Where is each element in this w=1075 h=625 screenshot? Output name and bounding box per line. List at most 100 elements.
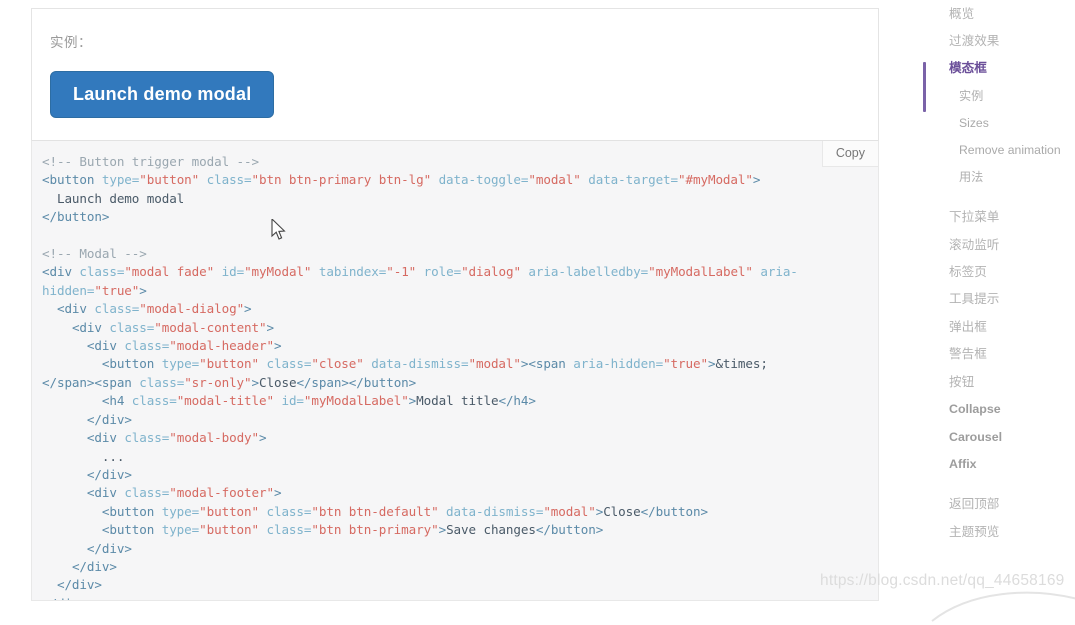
code-line: ...	[42, 449, 125, 464]
code-token: <h4	[42, 393, 132, 409]
sidebar-item-2[interactable]: 模态框	[923, 55, 1075, 82]
code-token: class=	[259, 503, 312, 519]
code-token: class=	[259, 356, 312, 372]
code-token: Close	[259, 374, 297, 390]
code-token: class=	[124, 430, 170, 446]
code-token: class=	[124, 338, 170, 354]
sidebar-item-1[interactable]: 过渡效果	[923, 27, 1075, 54]
code-token: "true"	[663, 356, 708, 372]
code-line: </div>	[42, 467, 132, 482]
code-token: "button"	[199, 522, 259, 538]
code-token: aria-labelledby=	[520, 264, 649, 280]
code-token: &times;	[715, 356, 768, 372]
sidebar-item-15[interactable]: Collapse	[923, 396, 1075, 423]
code-token: "close"	[311, 356, 364, 372]
code-token: "modal-title"	[176, 393, 274, 409]
code-token: id=	[214, 264, 245, 280]
launch-demo-modal-button[interactable]: Launch demo modal	[50, 71, 275, 118]
code-token: type=	[101, 172, 140, 188]
code-token: class=	[124, 485, 170, 501]
sidebar-item-14[interactable]: 按钮	[923, 368, 1075, 395]
code-token: "myModalLabel"	[303, 393, 409, 409]
code-token: </div>	[42, 596, 87, 600]
code-content[interactable]: <!-- Button trigger modal --> <button ty…	[32, 141, 878, 600]
code-line: </div>	[42, 577, 102, 592]
code-line: <h4 class="modal-title" id="myModalLabel…	[42, 393, 536, 408]
sidebar-item-19[interactable]: 返回顶部	[923, 491, 1075, 518]
code-token: class=	[131, 393, 177, 409]
code-token: </div>	[42, 411, 132, 427]
code-token: class=	[259, 522, 312, 538]
sidebar-item-6[interactable]: 用法	[923, 164, 1075, 191]
sidebar-nav-separator	[923, 191, 1075, 204]
copy-button[interactable]: Copy	[821, 141, 878, 167]
code-token: </div>	[42, 466, 132, 482]
code-token: Save changes	[446, 522, 536, 538]
code-line: </div>	[42, 559, 117, 574]
code-token: "modal"	[468, 356, 521, 372]
code-token: "sr-only"	[184, 374, 252, 390]
code-token: <span	[94, 374, 140, 390]
code-token: "button"	[199, 503, 259, 519]
sidebar-item-17[interactable]: Affix	[923, 450, 1075, 477]
code-token: Modal title	[416, 393, 499, 409]
code-token: "modal-content"	[154, 319, 267, 335]
code-token: </button>	[640, 503, 708, 519]
code-token: "modal-body"	[169, 430, 260, 446]
code-line: <div class="modal-header">	[42, 338, 282, 354]
sidebar-item-12[interactable]: 弹出框	[923, 313, 1075, 340]
code-token: class=	[199, 172, 252, 188]
code-line: Launch demo modal	[42, 191, 184, 206]
code-token: tabindex=	[311, 264, 387, 280]
code-token: <div	[42, 430, 125, 446]
code-token: <!-- Button trigger modal -->	[42, 154, 259, 169]
sidebar-item-11[interactable]: 工具提示	[923, 286, 1075, 313]
code-line: <div class="modal fade" id="myModal" tab…	[42, 264, 798, 297]
code-token: "#myModal"	[678, 172, 753, 188]
code-token: >	[244, 301, 252, 317]
sidebar-item-4[interactable]: Sizes	[923, 109, 1075, 136]
code-token: "dialog"	[461, 264, 521, 280]
sidebar-item-3[interactable]: 实例	[923, 82, 1075, 109]
code-token: "btn btn-primary btn-lg"	[251, 172, 432, 188]
code-token: Close	[603, 503, 641, 519]
sidebar-item-16[interactable]: Carousel	[923, 423, 1075, 450]
code-token: >	[273, 338, 282, 354]
sidebar-item-0[interactable]: 概览	[923, 0, 1075, 27]
code-token: </div>	[42, 540, 132, 556]
code-token: >	[752, 172, 761, 188]
content-column: 实例： Launch demo modal Copy <!-- Button t…	[31, 8, 879, 601]
demo-example-label: 实例：	[50, 35, 92, 51]
code-token: </div>	[42, 558, 117, 574]
code-token: "myModalLabel"	[648, 264, 753, 280]
code-token: class=	[139, 374, 185, 390]
sidebar-item-10[interactable]: 标签页	[923, 258, 1075, 285]
sidebar-item-20[interactable]: 主题预览	[923, 518, 1075, 545]
code-token: type=	[161, 503, 200, 519]
code-token: </button>	[42, 209, 110, 225]
code-token: id=	[273, 393, 304, 409]
code-line: <button type="button" class="btn btn-pri…	[42, 172, 760, 187]
code-token: <span	[528, 356, 574, 372]
sidebar-nav-separator	[923, 478, 1075, 491]
code-token: </h4>	[498, 393, 536, 409]
code-line: <div class="modal-footer">	[42, 485, 282, 501]
code-token: <div	[42, 319, 110, 335]
sidebar-item-13[interactable]: 警告框	[923, 341, 1075, 368]
code-token: <div	[42, 338, 125, 354]
code-token: class=	[79, 264, 125, 280]
sidebar-item-8[interactable]: 下拉菜单	[923, 204, 1075, 231]
sidebar-item-5[interactable]: Remove animation	[923, 136, 1075, 163]
sidebar-nav-list: 概览 过渡效果 模态框 实例 Sizes Remove animation 用法下拉菜单 滚动…	[923, 0, 1075, 546]
sidebar-item-9[interactable]: 滚动监听	[923, 231, 1075, 258]
code-token: "modal-footer"	[169, 485, 274, 501]
code-token: "btn btn-primary"	[311, 522, 439, 538]
code-token: aria-hidden=	[573, 356, 664, 372]
code-line: </span><span class="sr-only">Close</span…	[42, 375, 416, 390]
code-line: <!-- Modal -->	[42, 246, 147, 261]
code-token: </div>	[42, 577, 102, 593]
code-token: <div	[42, 301, 95, 317]
code-token: data-dismiss=	[363, 356, 469, 372]
code-token: >	[259, 430, 267, 446]
code-line: <button type="button" class="close" data…	[42, 356, 768, 371]
